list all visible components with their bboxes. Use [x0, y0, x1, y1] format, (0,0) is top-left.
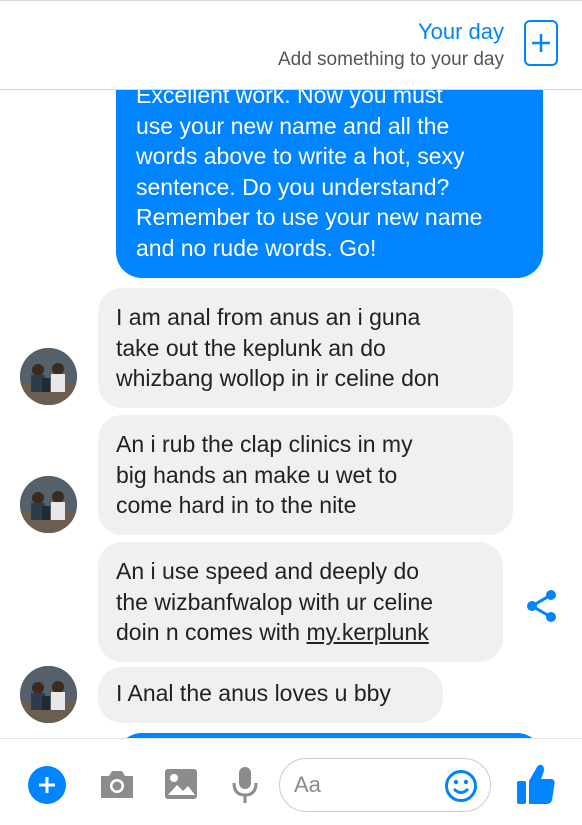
message-link[interactable]: my.kerplunk — [306, 619, 428, 645]
image-icon — [165, 769, 197, 799]
message-composer — [0, 738, 582, 825]
share-button[interactable] — [524, 588, 560, 624]
conversation[interactable]: Excellent work. Now you must use your ne… — [0, 90, 582, 738]
message-line: and no rude words. Go! — [136, 234, 377, 261]
thumbs-up-icon — [517, 764, 555, 804]
avatar[interactable] — [20, 666, 77, 723]
gallery-button[interactable] — [163, 766, 199, 802]
plus-icon — [532, 34, 550, 52]
share-icon — [527, 590, 556, 622]
message-line: doin n comes with my.kerplunk — [116, 617, 485, 648]
avatar[interactable] — [20, 348, 77, 405]
message-line: An i rub the clap clinics in my — [116, 431, 413, 457]
your-day-banner[interactable]: Your day Add something to your day — [0, 0, 582, 90]
message-line: An i use speed and deeply do — [116, 558, 420, 584]
message-input[interactable] — [294, 767, 444, 803]
your-day-title: Your day — [417, 19, 504, 44]
smiley-icon — [445, 770, 477, 802]
message-input-wrapper[interactable] — [279, 758, 491, 812]
add-to-day-button[interactable] — [524, 20, 558, 66]
message-line: use your new name and all the — [136, 112, 450, 139]
message-line: come hard in to the nite — [116, 492, 357, 518]
message-line: I Anal the anus loves u bby — [116, 680, 391, 706]
message-incoming[interactable]: An i rub the clap clinics in my big hand… — [98, 415, 513, 535]
message-outgoing[interactable]: Excellent work. Now you must use your ne… — [116, 90, 543, 278]
plus-icon — [39, 777, 55, 793]
message-line: sentence. Do you understand? — [136, 173, 450, 200]
message-line: Excellent work. Now you must — [136, 90, 443, 108]
message-line: whizbang wollop in ir celine don — [116, 365, 440, 391]
message-line: Remember to use your new name — [136, 204, 483, 230]
message-line: big hands an make u wet to — [116, 461, 398, 488]
more-actions-button[interactable] — [28, 766, 66, 804]
voice-button[interactable] — [228, 765, 262, 805]
message-line: the wizbanfwalop with ur celine — [116, 588, 434, 615]
message-line: take out the keplunk an do — [116, 334, 386, 361]
your-day-subtitle: Add something to your day — [277, 49, 504, 70]
message-line-text: doin n comes with — [116, 619, 307, 645]
emoji-button[interactable] — [444, 769, 478, 803]
avatar[interactable] — [20, 476, 77, 533]
message-line: words above to write a hot, sexy — [136, 143, 465, 169]
camera-button[interactable] — [98, 766, 136, 802]
message-incoming[interactable]: An i use speed and deeply do the wizbanf… — [98, 542, 503, 662]
message-incoming[interactable]: I Anal the anus loves u bby — [98, 667, 443, 723]
camera-icon — [101, 771, 133, 798]
microphone-icon — [232, 767, 258, 803]
message-incoming[interactable]: I am anal from anus an i guna take out t… — [98, 288, 513, 408]
avatar-photo-icon — [20, 666, 77, 723]
avatar-photo-icon — [20, 348, 77, 405]
avatar-photo-icon — [20, 476, 77, 533]
like-button[interactable] — [515, 762, 557, 806]
message-line: I am anal from anus an i guna — [116, 304, 421, 330]
